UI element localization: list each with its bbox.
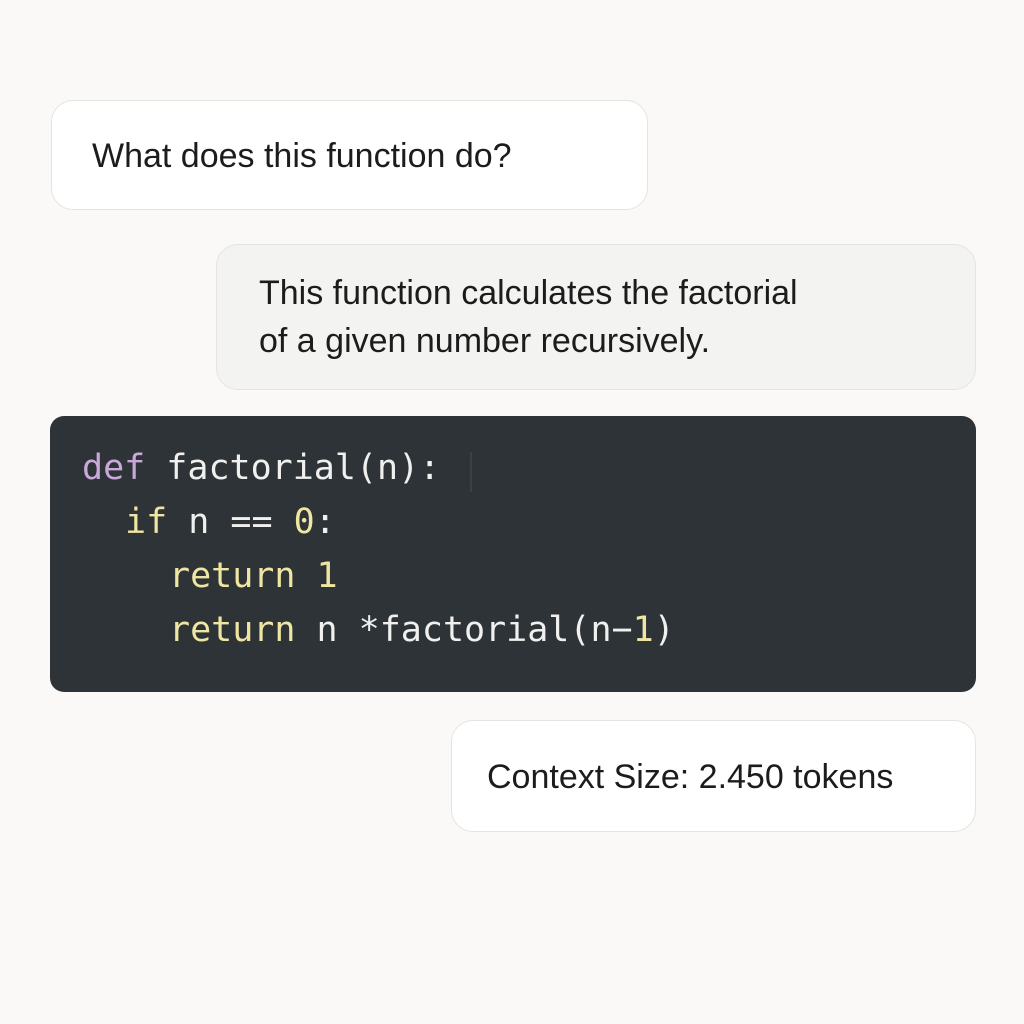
code-keyword-if: if xyxy=(125,502,168,542)
assistant-message-line-1: This function calculates the factorial xyxy=(259,274,798,312)
code-line-4: return n *factorial(n−1) xyxy=(82,603,976,657)
user-message-text: What does this function do? xyxy=(92,137,512,175)
code-close-paren: ) xyxy=(653,610,675,650)
code-line-1: def factorial(n): xyxy=(82,441,976,495)
code-condition: n == xyxy=(188,502,294,542)
code-number-one-arg: 1 xyxy=(632,610,654,650)
context-size-badge: Context Size: 2.450 tokens xyxy=(451,720,976,832)
context-size-text: Context Size: 2.450 tokens xyxy=(487,758,894,796)
code-line-3: return 1 xyxy=(82,549,976,603)
code-block: def factorial(n): if n == 0: return 1 re… xyxy=(50,416,976,692)
code-line-2: if n == 0: xyxy=(82,495,976,549)
code-keyword-return-recursive: return xyxy=(169,610,296,650)
assistant-message-line-2: of a given number recursively. xyxy=(259,322,711,360)
assistant-message-bubble: This function calculates the factorial o… xyxy=(216,244,976,390)
code-colon: : xyxy=(314,502,336,542)
code-function-signature: factorial(n): xyxy=(166,448,441,488)
code-keyword-def: def xyxy=(82,448,146,488)
code-number-zero: 0 xyxy=(293,502,315,542)
code-keyword-return-base: return xyxy=(169,556,296,596)
text-cursor xyxy=(470,452,472,492)
user-message-bubble: What does this function do? xyxy=(51,100,648,210)
code-number-one: 1 xyxy=(316,556,338,596)
code-recursive-call: n *factorial(n− xyxy=(316,610,633,650)
